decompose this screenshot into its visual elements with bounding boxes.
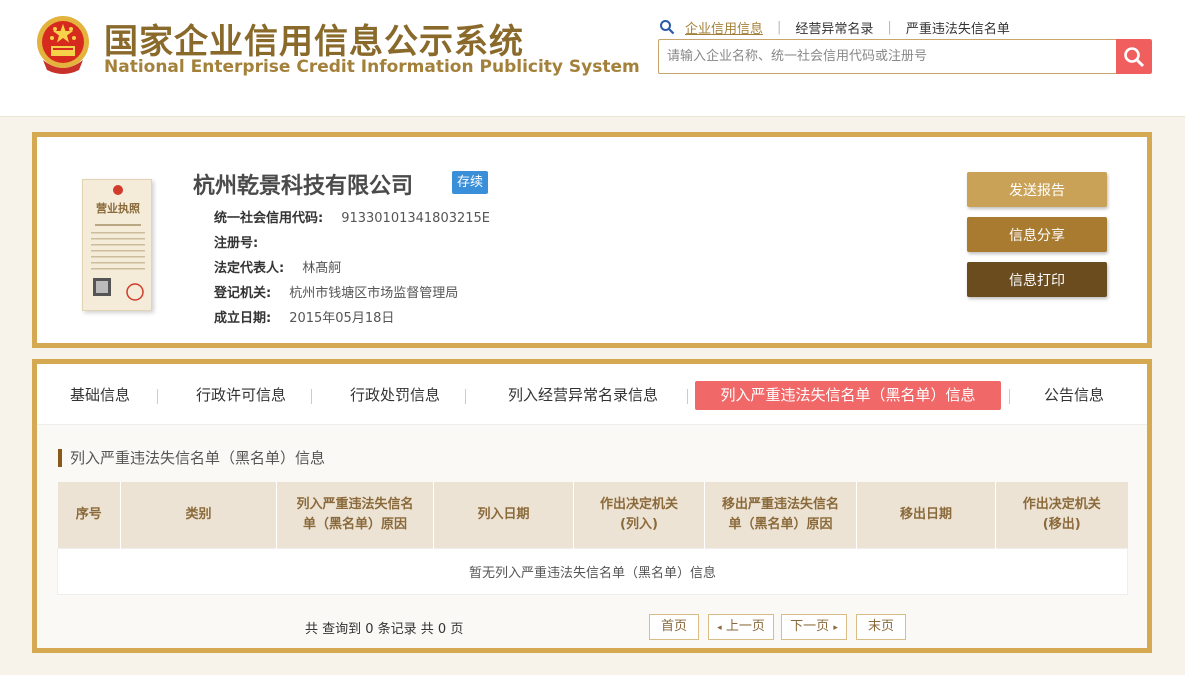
- company-name: 杭州乾景科技有限公司: [193, 174, 414, 199]
- info-value: 2015年05月18日: [289, 311, 395, 326]
- next-page-button[interactable]: 下一页 ▸: [781, 614, 847, 640]
- nav-separator: |: [887, 19, 892, 35]
- col-header-remove-date: 移出日期: [856, 482, 996, 548]
- tab-separator: [687, 389, 688, 404]
- info-tabs: 基础信息 行政许可信息 行政处罚信息 列入经营异常名录信息 列入严重违法失信名单…: [37, 364, 1147, 424]
- share-info-button[interactable]: 信息分享: [967, 217, 1107, 252]
- col-header-remove-reason: 移出严重违法失信名 单（黑名单）原因: [704, 482, 857, 548]
- first-page-button[interactable]: 首页: [649, 614, 699, 640]
- blacklist-section: 列入严重违法失信名单（黑名单）信息 序号 类别 列入严重违法失信名 单（黑名单）原…: [37, 424, 1147, 648]
- tab-abnormal-list[interactable]: 列入经营异常名录信息: [487, 381, 679, 410]
- tab-separator: [465, 389, 466, 404]
- site-header: 国家企业信用信息公示系统 National Enterprise Credit …: [0, 0, 1185, 117]
- nav-abnormal-list[interactable]: 经营异常名录: [795, 18, 873, 37]
- print-info-button[interactable]: 信息打印: [967, 262, 1107, 297]
- search-input[interactable]: [659, 40, 1116, 73]
- nav-blacklist[interactable]: 严重违法失信名单: [906, 18, 1010, 37]
- search-icon: [660, 20, 675, 35]
- status-badge: 存续: [452, 171, 489, 194]
- tab-separator: [157, 389, 158, 404]
- tab-separator: [311, 389, 312, 404]
- info-row-credit-code: 统一社会信用代码: 91330101341803215E: [214, 206, 490, 231]
- col-header-remove-authority: 作出决定机关 (移出): [995, 482, 1128, 548]
- chevron-right-icon: ▸: [833, 623, 838, 633]
- send-report-button[interactable]: 发送报告: [967, 172, 1107, 207]
- tab-blacklist[interactable]: 列入严重违法失信名单（黑名单）信息: [695, 381, 1001, 410]
- chevron-left-icon: ◂: [717, 623, 722, 633]
- tab-separator: [1009, 389, 1010, 404]
- table-row: 暂无列入严重违法失信名单（黑名单）信息: [57, 547, 1128, 595]
- tab-admin-penalty[interactable]: 行政处罚信息: [333, 381, 457, 410]
- prev-page-button[interactable]: ◂ 上一页: [708, 614, 774, 640]
- tab-basic-info[interactable]: 基础信息: [51, 381, 149, 410]
- company-card: 营业执照 杭州乾景科技有限公司 存续 统一社会信用代码: 913301013418…: [32, 132, 1152, 348]
- info-key: 统一社会信用代码:: [214, 211, 324, 226]
- national-emblem-icon: [37, 16, 89, 74]
- business-license-image: 营业执照: [82, 179, 152, 311]
- col-header-index: 序号: [57, 482, 121, 548]
- section-title: 列入严重违法失信名单（黑名单）信息: [58, 449, 325, 467]
- pagination-summary: 共 查询到 0 条记录 共 0 页: [305, 622, 464, 637]
- blacklist-table: 序号 类别 列入严重违法失信名 单（黑名单）原因 列入日期 作出决定机关 (列入) …: [57, 482, 1128, 595]
- search-box: [658, 39, 1152, 74]
- site-title-cn: 国家企业信用信息公示系统: [104, 22, 524, 62]
- site-title-en: National Enterprise Credit Information P…: [104, 57, 640, 77]
- company-info: 统一社会信用代码: 91330101341803215E 注册号: 法定代表人: 林…: [214, 206, 490, 331]
- col-header-category: 类别: [120, 482, 277, 548]
- search-icon: [1124, 46, 1145, 67]
- info-value: 林髙舸: [302, 261, 342, 276]
- col-header-list-authority: 作出决定机关 (列入): [573, 482, 705, 548]
- col-header-list-date: 列入日期: [433, 482, 574, 548]
- info-value: 杭州市钱塘区市场监督管理局: [289, 286, 459, 301]
- nav-separator: |: [777, 19, 782, 35]
- info-row-founded: 成立日期: 2015年05月18日: [214, 306, 490, 331]
- info-key: 成立日期:: [214, 311, 272, 326]
- tab-admin-license[interactable]: 行政许可信息: [179, 381, 303, 410]
- info-key: 法定代表人:: [214, 261, 285, 276]
- info-value: 91330101341803215E: [341, 211, 491, 226]
- empty-message: 暂无列入严重违法失信名单（黑名单）信息: [57, 547, 1128, 595]
- details-card: 基础信息 行政许可信息 行政处罚信息 列入经营异常名录信息 列入严重违法失信名单…: [32, 359, 1152, 653]
- info-row-reg-no: 注册号:: [214, 231, 490, 256]
- license-label: 营业执照: [96, 202, 140, 215]
- search-button[interactable]: [1116, 39, 1152, 74]
- info-row-legal-rep: 法定代表人: 林髙舸: [214, 256, 490, 281]
- last-page-button[interactable]: 末页: [856, 614, 906, 640]
- info-row-authority: 登记机关: 杭州市钱塘区市场监督管理局: [214, 281, 490, 306]
- info-key: 注册号:: [214, 236, 259, 251]
- tab-announcements[interactable]: 公告信息: [1031, 381, 1117, 410]
- col-header-list-reason: 列入严重违法失信名 单（黑名单）原因: [276, 482, 434, 548]
- search-type-nav: 企业信用信息 | 经营异常名录 | 严重违法失信名单: [659, 16, 1010, 38]
- table-header-row: 序号 类别 列入严重违法失信名 单（黑名单）原因 列入日期 作出决定机关 (列入) …: [57, 482, 1128, 548]
- info-key: 登记机关:: [214, 286, 272, 301]
- nav-enterprise-credit[interactable]: 企业信用信息: [685, 18, 763, 37]
